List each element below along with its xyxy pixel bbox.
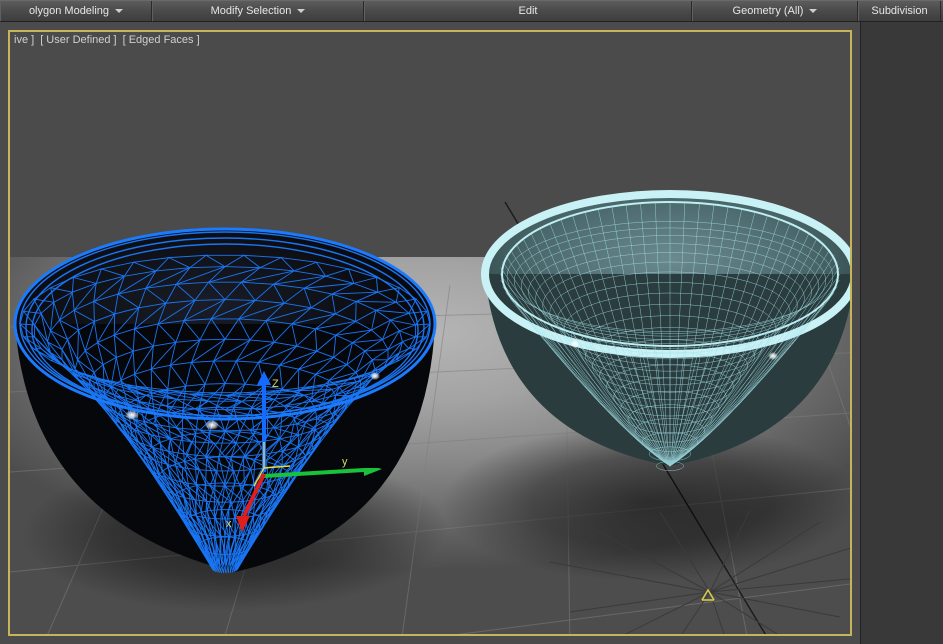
move-gizmo[interactable]: Z y x bbox=[190, 382, 390, 582]
workspace: ive ] [ User Defined ] [ Edged Faces ] bbox=[0, 22, 943, 644]
ribbon-tab-label: Subdivision bbox=[871, 5, 927, 17]
ribbon-tab-2[interactable]: Edit bbox=[364, 1, 692, 21]
ribbon-tab-label: Geometry (All) bbox=[733, 5, 804, 17]
gizmo-label-x: x bbox=[226, 518, 232, 530]
specular-highlight bbox=[370, 372, 380, 380]
gizmo-plane-handles[interactable] bbox=[250, 442, 310, 502]
radial-helper-lines bbox=[540, 492, 852, 636]
viewport-label-bar[interactable]: ive ] [ User Defined ] [ Edged Faces ] bbox=[12, 34, 202, 46]
ribbon-tab-label: Modify Selection bbox=[211, 5, 292, 17]
dropdown-arrow-icon bbox=[115, 9, 123, 13]
viewport-label-view[interactable]: ive ] bbox=[12, 34, 36, 46]
ribbon-tab-1[interactable]: Modify Selection bbox=[152, 1, 364, 21]
specular-highlight bbox=[768, 352, 778, 360]
dropdown-arrow-icon bbox=[809, 9, 817, 13]
specular-highlight bbox=[570, 340, 580, 348]
ribbon-tab-label: olygon Modeling bbox=[29, 5, 109, 17]
specular-highlight bbox=[125, 410, 139, 420]
viewport-frame: ive ] [ User Defined ] [ Edged Faces ] bbox=[0, 22, 860, 644]
ribbon-tab-label: Edit bbox=[519, 5, 538, 17]
object-pivot-marker[interactable] bbox=[698, 586, 718, 606]
ribbon-tab-0[interactable]: olygon Modeling bbox=[0, 1, 152, 21]
gizmo-label-y: y bbox=[342, 456, 348, 468]
right-panel-edge bbox=[860, 22, 943, 644]
bowl-right[interactable] bbox=[470, 174, 852, 504]
viewport-active[interactable]: ive ] [ User Defined ] [ Edged Faces ] bbox=[8, 30, 852, 636]
dropdown-arrow-icon bbox=[297, 9, 305, 13]
viewport-label-shading[interactable]: [ User Defined ] bbox=[38, 34, 118, 46]
ribbon-tab-4[interactable]: Subdivision bbox=[858, 1, 941, 21]
viewport-label-edged[interactable]: [ Edged Faces ] bbox=[121, 34, 202, 46]
gizmo-label-z: Z bbox=[272, 378, 279, 390]
ribbon-toolbar: olygon Modeling Modify Selection Edit Geome… bbox=[0, 0, 943, 22]
scene[interactable]: Z y x bbox=[10, 32, 850, 634]
ribbon-tab-3[interactable]: Geometry (All) bbox=[692, 1, 858, 21]
